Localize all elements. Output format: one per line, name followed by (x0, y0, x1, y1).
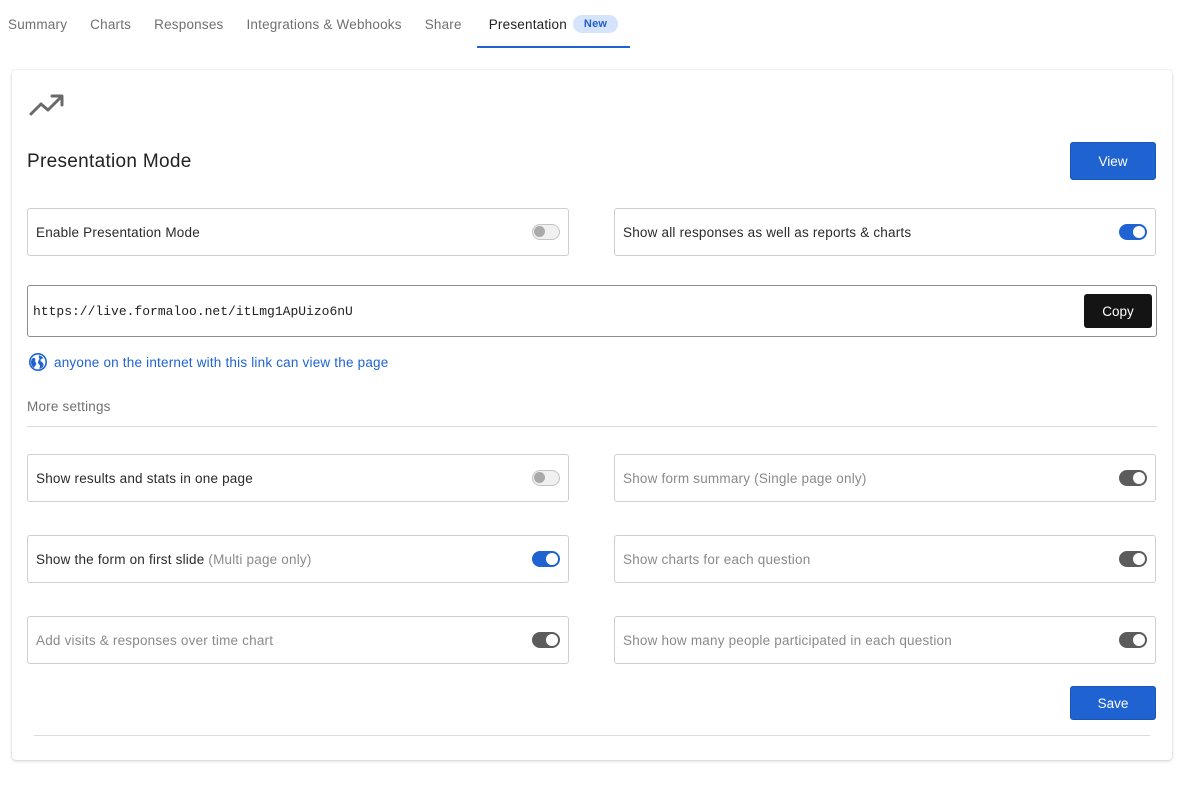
option-label: Add visits & responses over time chart (36, 632, 274, 648)
tab-label: Charts (90, 16, 132, 32)
public-access-note: anyone on the internet with this link ca… (28, 352, 388, 372)
option-label: Show charts for each question (623, 551, 811, 567)
toggle-knob (546, 634, 558, 646)
form-summary-toggle[interactable] (1119, 470, 1147, 486)
globe-icon (29, 353, 47, 371)
copy-button[interactable]: Copy (1084, 294, 1152, 328)
option-label: Show form summary (Single page only) (623, 470, 867, 486)
save-button[interactable]: Save (1070, 686, 1156, 720)
option-label-main: Show the form on first slide (36, 551, 205, 567)
tab-integrations-webhooks[interactable]: Integrations & Webhooks (238, 0, 409, 48)
new-badge: New (572, 15, 619, 33)
tab-label: Presentation (488, 16, 567, 32)
public-access-text: anyone on the internet with this link ca… (54, 354, 389, 370)
view-button[interactable]: View (1070, 142, 1156, 180)
form-summary-option: Show form summary (Single page only) (614, 454, 1156, 502)
trending-up-icon (29, 94, 64, 116)
option-label: Show all responses as well as reports & … (623, 224, 912, 240)
toggle-knob (1133, 553, 1145, 565)
visits-chart-option: Add visits & responses over time chart (27, 616, 569, 664)
option-label: Show how many people participated in eac… (623, 632, 952, 648)
toggle-knob (546, 553, 558, 565)
toggle-knob (534, 226, 545, 237)
toggle-knob (534, 472, 545, 483)
footer-divider (34, 735, 1150, 736)
option-label: Enable Presentation Mode (36, 224, 200, 240)
toggle-knob (1133, 472, 1145, 484)
show-all-responses-option: Show all responses as well as reports & … (614, 208, 1156, 256)
tab-summary[interactable]: Summary (0, 0, 75, 48)
tab-label: Share (424, 16, 462, 32)
charts-each-question-toggle[interactable] (1119, 551, 1147, 567)
enable-presentation-toggle[interactable] (532, 224, 560, 240)
participation-count-option: Show how many people participated in eac… (614, 616, 1156, 664)
tab-responses[interactable]: Responses (146, 0, 231, 48)
page-title: Presentation Mode (27, 151, 192, 172)
section-divider (27, 426, 1157, 427)
presentation-card: Presentation Mode View Enable Presentati… (12, 70, 1172, 760)
enable-presentation-option: Enable Presentation Mode (27, 208, 569, 256)
form-first-slide-option: Show the form on first slide (Multi page… (27, 535, 569, 583)
toggle-knob (1133, 226, 1145, 238)
tab-bar: Summary Charts Responses Integrations & … (0, 0, 637, 48)
visits-chart-toggle[interactable] (532, 632, 560, 648)
results-one-page-toggle[interactable] (532, 470, 560, 486)
toggle-knob (1133, 634, 1145, 646)
participation-count-toggle[interactable] (1119, 632, 1147, 648)
option-label-note: (Multi page only) (208, 551, 312, 567)
tab-label: Integrations & Webhooks (246, 16, 402, 32)
tab-charts[interactable]: Charts (82, 0, 139, 48)
form-first-slide-toggle[interactable] (532, 551, 560, 567)
more-settings-heading: More settings (27, 399, 111, 414)
charts-each-question-option: Show charts for each question (614, 535, 1156, 583)
show-all-responses-toggle[interactable] (1119, 224, 1147, 240)
results-one-page-option: Show results and stats in one page (27, 454, 569, 502)
option-label: Show results and stats in one page (36, 470, 253, 486)
option-label: Show the form on first slide (Multi page… (36, 552, 312, 567)
tab-presentation[interactable]: Presentation New (476, 0, 631, 48)
share-link-box: Copy (27, 285, 1157, 337)
tab-share[interactable]: Share (417, 0, 470, 48)
share-url-field[interactable] (33, 303, 933, 319)
tab-label: Responses (154, 16, 224, 32)
tab-label: Summary (8, 16, 68, 32)
